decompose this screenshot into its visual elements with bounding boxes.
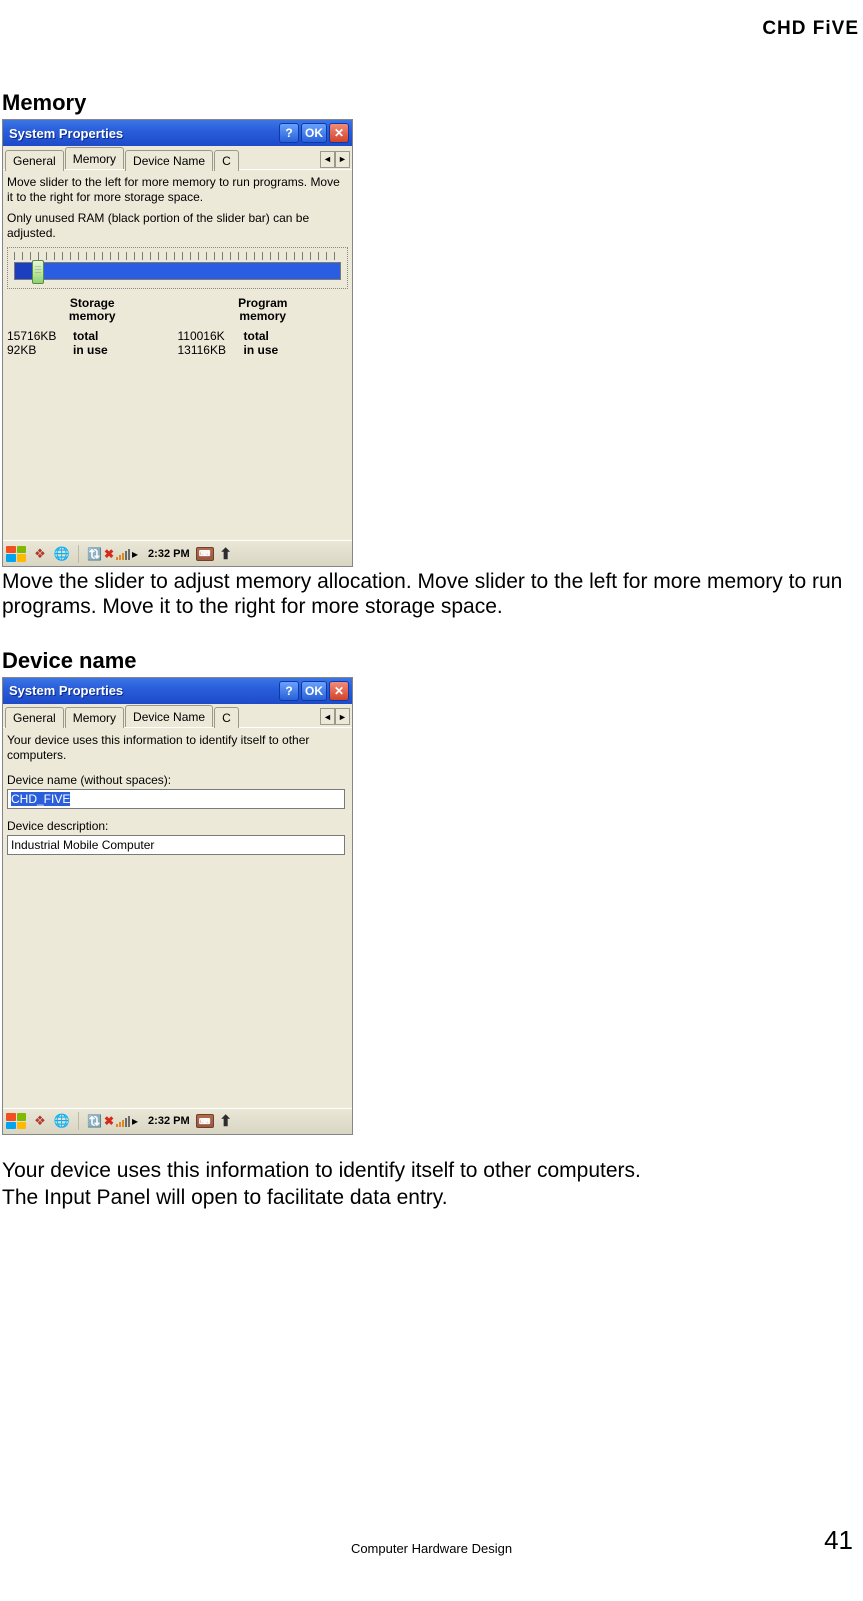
device-description-label: Device description:	[7, 819, 348, 833]
tab-device-name[interactable]: Device Name	[125, 705, 213, 727]
error-icon: ✖	[104, 547, 114, 561]
section2-paragraph-1: Your device uses this information to ide…	[2, 1159, 861, 1184]
titlebar: System Properties ? OK ✕	[3, 120, 352, 146]
program-column: Programmemory 110016K total 13116KB in u…	[178, 297, 349, 357]
program-total-row: 110016K total	[178, 329, 349, 343]
keyboard-icon[interactable]: ⌨	[196, 1114, 214, 1128]
close-button[interactable]: ✕	[329, 681, 349, 701]
taskbar: ❖ 🌐 🔃 ✖ ▸ 2:32 PM ⌨ ⬆	[3, 1108, 352, 1134]
tab-general[interactable]: General	[5, 707, 64, 728]
section2-paragraph-2: The Input Panel will open to facilitate …	[2, 1186, 861, 1211]
device-description-value: Industrial Mobile Computer	[11, 838, 154, 852]
memory-info-2: Only unused RAM (black portion of the sl…	[7, 211, 348, 241]
tab-general[interactable]: General	[5, 150, 64, 171]
device-name-label: Device name (without spaces):	[7, 773, 348, 787]
connectivity-tray[interactable]: 🔃 ✖ ▸	[87, 1114, 138, 1128]
tray-icon-1[interactable]: ❖	[32, 1113, 48, 1129]
tab-scroll-left[interactable]: ◄	[320, 151, 335, 168]
signal-bars-icon	[116, 548, 130, 560]
expand-tray-icon[interactable]: ⬆	[220, 546, 232, 562]
program-header: Programmemory	[178, 297, 349, 323]
brand-header: CHD FiVE	[2, 18, 861, 40]
window-title: System Properties	[9, 126, 277, 141]
program-total-label: total	[244, 329, 269, 343]
slider-track[interactable]	[14, 262, 341, 280]
help-button[interactable]: ?	[279, 123, 299, 143]
screenshot-memory: System Properties ? OK ✕ General Memory …	[2, 119, 353, 567]
tray-icon-2[interactable]: 🌐	[54, 1113, 70, 1129]
tab-memory[interactable]: Memory	[65, 707, 124, 728]
storage-total-label: total	[73, 329, 98, 343]
titlebar: System Properties ? OK ✕	[3, 678, 352, 704]
tab-scroll-right[interactable]: ►	[335, 151, 350, 168]
error-icon: ✖	[104, 1114, 114, 1128]
device-description-input[interactable]: Industrial Mobile Computer	[7, 835, 345, 855]
footer-text: Computer Hardware Design	[351, 1541, 512, 1556]
connectivity-tray[interactable]: 🔃 ✖ ▸	[87, 547, 138, 561]
tab-partial[interactable]: C	[214, 150, 239, 171]
slider-thumb[interactable]	[32, 260, 44, 284]
start-icon[interactable]	[6, 1113, 26, 1129]
memory-info-1: Move slider to the left for more memory …	[7, 175, 348, 205]
tab-device-name[interactable]: Device Name	[125, 150, 213, 171]
play-icon: ▸	[132, 547, 138, 561]
ok-button[interactable]: OK	[301, 681, 327, 701]
expand-tray-icon[interactable]: ⬆	[220, 1113, 232, 1129]
device-name-value: CHD_FIVE	[11, 792, 70, 806]
close-button[interactable]: ✕	[329, 123, 349, 143]
start-icon[interactable]	[6, 546, 26, 562]
memory-stats: Storagememory 15716KB total 92KB in use …	[7, 297, 348, 357]
signal-bars-icon	[116, 1115, 130, 1127]
sync-icon: 🔃	[87, 1114, 102, 1128]
tray-icon-2[interactable]: 🌐	[54, 546, 70, 562]
tab-scroll-right[interactable]: ►	[335, 708, 350, 725]
tab-row: General Memory Device Name C ◄ ►	[3, 704, 352, 728]
tab-row: General Memory Device Name C ◄ ►	[3, 146, 352, 170]
memory-slider[interactable]	[7, 247, 348, 289]
program-inuse-label: in use	[244, 343, 279, 357]
slider-ticks	[14, 252, 341, 260]
tab-scroll-left[interactable]: ◄	[320, 708, 335, 725]
program-inuse-row: 13116KB in use	[178, 343, 349, 357]
keyboard-icon[interactable]: ⌨	[196, 547, 214, 561]
screenshot-device-name: System Properties ? OK ✕ General Memory …	[2, 677, 353, 1135]
tray-separator	[78, 1112, 79, 1130]
tab-partial[interactable]: C	[214, 707, 239, 728]
tray-icon-1[interactable]: ❖	[32, 546, 48, 562]
program-total-value: 110016K	[178, 329, 240, 343]
sync-icon: 🔃	[87, 547, 102, 561]
tray-separator	[78, 545, 79, 563]
page-number: 41	[824, 1525, 853, 1556]
ok-button[interactable]: OK	[301, 123, 327, 143]
storage-total-value: 15716KB	[7, 329, 69, 343]
tab-scroll: ◄ ►	[320, 151, 350, 168]
storage-inuse-label: in use	[73, 343, 108, 357]
storage-header: Storagememory	[7, 297, 178, 323]
program-inuse-value: 13116KB	[178, 343, 240, 357]
section1-paragraph: Move the slider to adjust memory allocat…	[2, 570, 861, 620]
play-icon: ▸	[132, 1114, 138, 1128]
device-name-info: Your device uses this information to ide…	[7, 733, 348, 763]
window-title: System Properties	[9, 683, 277, 698]
tab-scroll: ◄ ►	[320, 708, 350, 725]
taskbar: ❖ 🌐 🔃 ✖ ▸ 2:32 PM ⌨ ⬆	[3, 540, 352, 566]
storage-inuse-value: 92KB	[7, 343, 69, 357]
help-button[interactable]: ?	[279, 681, 299, 701]
storage-inuse-row: 92KB in use	[7, 343, 178, 357]
device-name-input[interactable]: CHD_FIVE	[7, 789, 345, 809]
page-footer: Computer Hardware Design 41	[0, 1541, 863, 1556]
taskbar-clock[interactable]: 2:32 PM	[148, 548, 190, 560]
storage-column: Storagememory 15716KB total 92KB in use	[7, 297, 178, 357]
taskbar-clock[interactable]: 2:32 PM	[148, 1115, 190, 1127]
memory-panel: Move slider to the left for more memory …	[3, 170, 352, 540]
section-heading-memory: Memory	[2, 90, 861, 116]
section-heading-device-name: Device name	[2, 648, 861, 674]
tab-memory[interactable]: Memory	[65, 147, 124, 169]
device-name-panel: Your device uses this information to ide…	[3, 728, 352, 1108]
storage-total-row: 15716KB total	[7, 329, 178, 343]
